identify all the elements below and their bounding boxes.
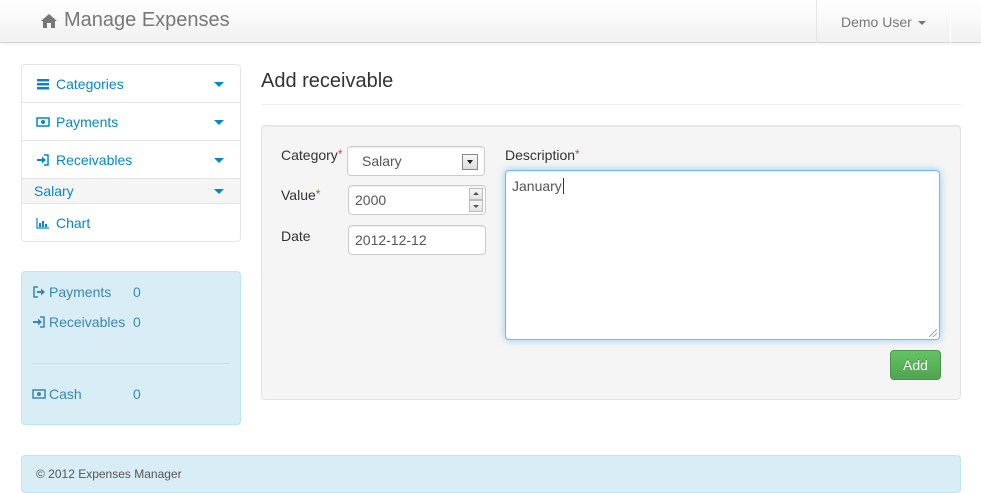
sidebar-item-chart[interactable]: Chart [22, 207, 240, 239]
caret-down-icon [214, 158, 224, 163]
text-cursor [562, 178, 564, 194]
sidebar-item-payments[interactable]: Payments [22, 103, 240, 141]
top-navbar: Manage Expenses Demo User [0, 0, 981, 43]
footer-copyright: © 2012 Expenses Manager [36, 467, 182, 481]
spinner-down-icon[interactable] [469, 200, 483, 212]
money-icon [36, 115, 50, 129]
caret-down-icon [214, 189, 224, 194]
summary-label: Payments [49, 284, 112, 300]
required-mark: * [315, 187, 321, 201]
spinner-up-icon[interactable] [469, 188, 483, 200]
caret-down-icon [214, 82, 224, 87]
add-button[interactable]: Add [890, 350, 941, 380]
description-textarea[interactable]: January [505, 170, 940, 340]
brand-link[interactable]: Manage Expenses [40, 9, 230, 32]
category-select[interactable]: Salary [347, 146, 485, 176]
sign-in-icon [32, 315, 46, 329]
sidebar-item-categories[interactable]: Categories [22, 65, 240, 103]
required-mark: * [337, 147, 343, 161]
description-label: Description* [505, 147, 580, 163]
value-input-text: 2000 [355, 192, 387, 208]
home-icon [40, 13, 58, 29]
sidebar-item-label: Categories [56, 75, 124, 92]
date-label: Date [281, 228, 311, 244]
user-menu-dropdown[interactable]: Demo User [816, 0, 951, 43]
caret-down-icon [917, 20, 926, 25]
summary-label: Cash [49, 386, 82, 402]
number-spinner [469, 188, 483, 212]
value-label-text: Value [281, 187, 316, 203]
summary-label: Receivables [49, 314, 126, 330]
sidebar-item-label: Chart [56, 215, 91, 231]
page-footer: © 2012 Expenses Manager [21, 455, 961, 493]
caret-down-icon [214, 120, 224, 125]
sidebar-subitem-salary[interactable]: Salary [22, 179, 240, 204]
summary-receivables-value: 0 [133, 314, 141, 330]
sidebar-item-receivables[interactable]: Receivables [22, 141, 240, 179]
summary-divider [32, 363, 230, 364]
sidebar-subitem-label: Salary [34, 183, 74, 199]
user-name: Demo User [841, 13, 912, 30]
dropdown-arrow-icon [462, 154, 478, 170]
balance-summary: Payments 0 Receivables 0 Cash 0 [21, 271, 241, 425]
required-mark: * [575, 147, 580, 161]
list-icon [36, 77, 50, 91]
sign-out-icon [32, 285, 46, 299]
category-label: Category* [281, 147, 342, 163]
date-label-text: Date [281, 228, 311, 244]
summary-payments: Payments [32, 284, 111, 300]
sidebar-nav: Categories Payments Receivables Salary C… [21, 64, 241, 242]
sidebar-item-label: Receivables [56, 151, 133, 168]
category-selected-value: Salary [362, 153, 402, 169]
sign-in-icon [36, 153, 50, 167]
value-label: Value* [281, 187, 320, 203]
date-input[interactable]: 2012-12-12 [348, 225, 486, 255]
summary-cash-value: 0 [133, 386, 141, 402]
brand-title: Manage Expenses [64, 9, 230, 31]
summary-payments-value: 0 [133, 284, 141, 300]
value-input[interactable]: 2000 [348, 185, 486, 215]
page-title: Add receivable [261, 70, 394, 92]
money-icon [32, 387, 46, 401]
summary-receivables: Receivables [32, 314, 125, 330]
date-input-text: 2012-12-12 [355, 232, 427, 248]
description-label-text: Description [505, 147, 576, 163]
category-label-text: Category [281, 147, 338, 163]
title-divider [261, 104, 961, 105]
bar-chart-icon [36, 216, 50, 230]
summary-cash: Cash [32, 386, 82, 402]
resize-grip-icon[interactable] [929, 329, 937, 337]
description-text: January [512, 178, 562, 194]
sidebar-item-label: Payments [56, 113, 119, 130]
